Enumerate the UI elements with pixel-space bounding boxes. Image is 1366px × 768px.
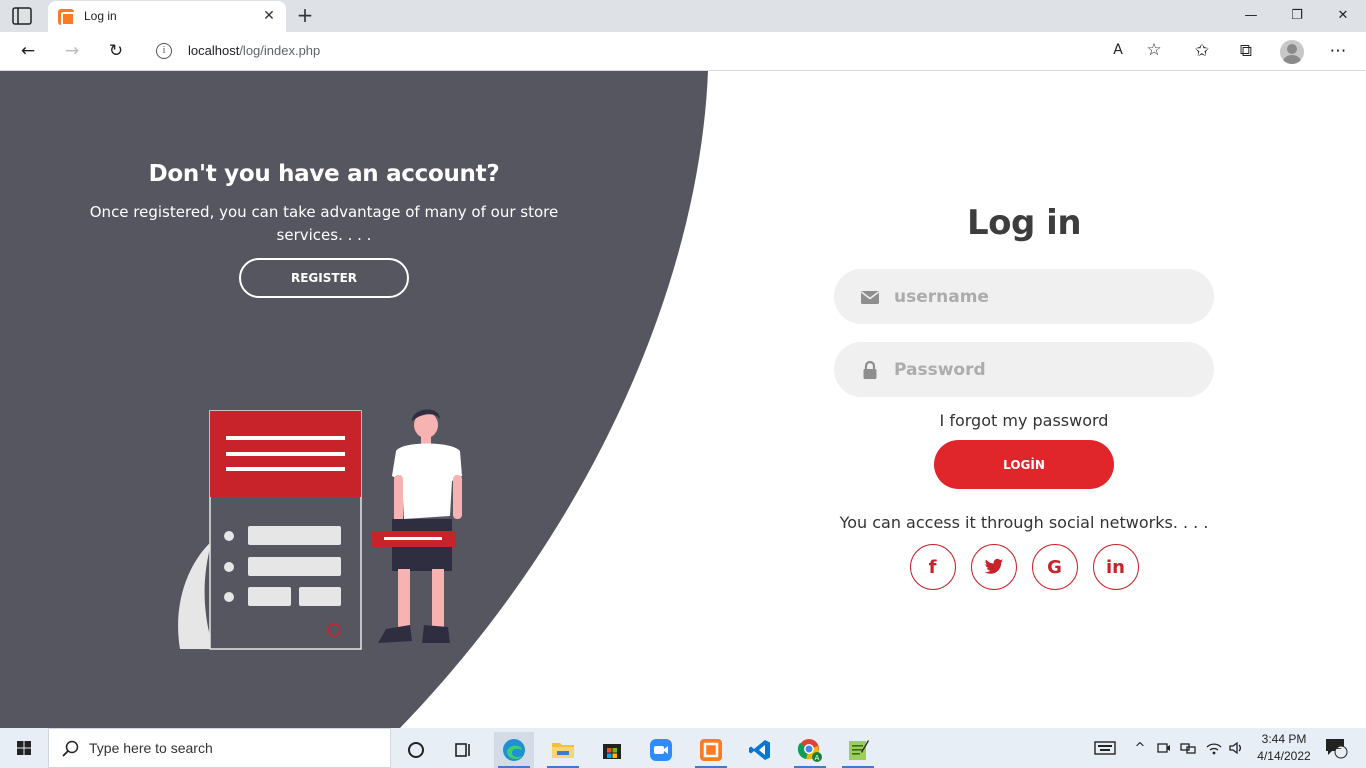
read-aloud-icon[interactable]: A — [1104, 37, 1132, 63]
task-view-icon[interactable] — [443, 732, 483, 768]
show-hidden-icons-icon[interactable]: ^ — [1130, 728, 1150, 768]
edge-icon[interactable] — [494, 732, 534, 768]
minimize-button[interactable]: — — [1228, 4, 1274, 28]
forgot-password-link[interactable]: I forgot my password — [834, 411, 1214, 430]
register-illustration — [178, 409, 462, 650]
register-description: Once registered, you can take advantage … — [89, 203, 559, 244]
close-tab-icon[interactable]: ✕ — [260, 7, 278, 25]
back-icon[interactable]: ← — [14, 38, 42, 64]
register-button[interactable]: REGISTER — [239, 258, 409, 298]
username-field — [834, 269, 1214, 324]
forward-icon[interactable]: → — [58, 38, 86, 64]
refresh-icon[interactable]: ↻ — [102, 38, 130, 64]
login-panel: Log in I forgot my password LOGİN You ca… — [834, 203, 1214, 590]
info-icon[interactable]: i — [156, 43, 172, 59]
url-host: localhost — [188, 43, 240, 58]
close-window-button[interactable]: ✕ — [1320, 4, 1366, 28]
xampp-icon[interactable] — [691, 732, 731, 768]
add-favorite-icon[interactable]: ☆ — [1140, 37, 1168, 63]
register-panel: Don't you have an account? Once register… — [60, 161, 588, 298]
windows-start-icon[interactable] — [0, 728, 48, 768]
network-icon[interactable] — [1178, 728, 1198, 768]
tab-title: Log in — [84, 9, 117, 23]
password-input[interactable] — [894, 342, 1194, 397]
page-content: Don't you have an account? Once register… — [0, 71, 1366, 728]
login-title: Log in — [966, 203, 1082, 243]
login-button[interactable]: LOGİN — [934, 440, 1114, 489]
linkedin-icon[interactable]: in — [1092, 544, 1139, 590]
facebook-icon[interactable]: f — [909, 544, 956, 590]
cortana-icon[interactable] — [396, 732, 436, 768]
zoom-icon[interactable] — [641, 732, 681, 768]
restore-button[interactable]: ❐ — [1274, 4, 1320, 28]
taskbar: Type here to search A ^ 3:44 PM 4/14/202… — [0, 728, 1366, 768]
search-placeholder: Type here to search — [89, 740, 213, 756]
store-icon[interactable] — [592, 732, 632, 768]
notification-center-icon[interactable]: 2 — [1322, 728, 1350, 768]
wifi-icon[interactable] — [1204, 728, 1224, 768]
vscode-icon[interactable] — [740, 732, 780, 768]
url-path: /log/index.php — [239, 43, 321, 58]
taskbar-clock[interactable]: 3:44 PM 4/14/2022 — [1250, 731, 1318, 765]
password-field — [834, 342, 1214, 397]
favorites-icon[interactable]: ✩ — [1188, 38, 1216, 64]
tab-actions-icon[interactable] — [12, 7, 32, 25]
tab-strip: Log in ✕ + — ❐ ✕ — [0, 0, 1366, 32]
notification-count: 2 — [1336, 741, 1342, 752]
social-buttons: f G in — [834, 544, 1214, 590]
browser-toolbar: ← → ↻ i localhost/log/index.php A ☆ ✩ ⧉ … — [0, 32, 1366, 71]
volume-icon[interactable] — [1226, 728, 1246, 768]
twitter-bird-glyph — [984, 558, 1003, 574]
profile-icon[interactable] — [1280, 40, 1304, 64]
address-bar[interactable]: i localhost/log/index.php A ☆ — [144, 36, 1174, 66]
more-icon[interactable]: ⋯ — [1324, 38, 1352, 64]
collections-icon[interactable]: ⧉ — [1232, 38, 1260, 64]
register-heading: Don't you have an account? — [148, 161, 500, 187]
meet-now-icon[interactable] — [1154, 728, 1174, 768]
social-text: You can access it through social network… — [839, 513, 1209, 532]
new-tab-button[interactable]: + — [294, 5, 316, 27]
taskbar-search[interactable]: Type here to search — [48, 728, 391, 768]
file-explorer-icon[interactable] — [543, 732, 583, 768]
url-text[interactable]: localhost/log/index.php — [188, 43, 320, 58]
clock-time: 3:44 PM — [1261, 732, 1307, 746]
search-icon — [62, 740, 79, 757]
keyboard-icon[interactable] — [1092, 728, 1118, 768]
svg-text:A: A — [815, 755, 820, 762]
xampp-favicon-icon — [58, 9, 75, 26]
google-icon[interactable]: G — [1031, 544, 1078, 590]
notepad-plus-icon[interactable] — [838, 732, 878, 768]
browser-tab[interactable]: Log in ✕ — [48, 1, 286, 32]
lock-icon — [863, 360, 877, 379]
envelope-icon — [861, 291, 879, 304]
twitter-icon[interactable] — [970, 544, 1017, 590]
chrome-icon[interactable]: A — [790, 732, 830, 768]
username-input[interactable] — [894, 269, 1194, 324]
clock-date: 4/14/2022 — [1257, 749, 1311, 763]
